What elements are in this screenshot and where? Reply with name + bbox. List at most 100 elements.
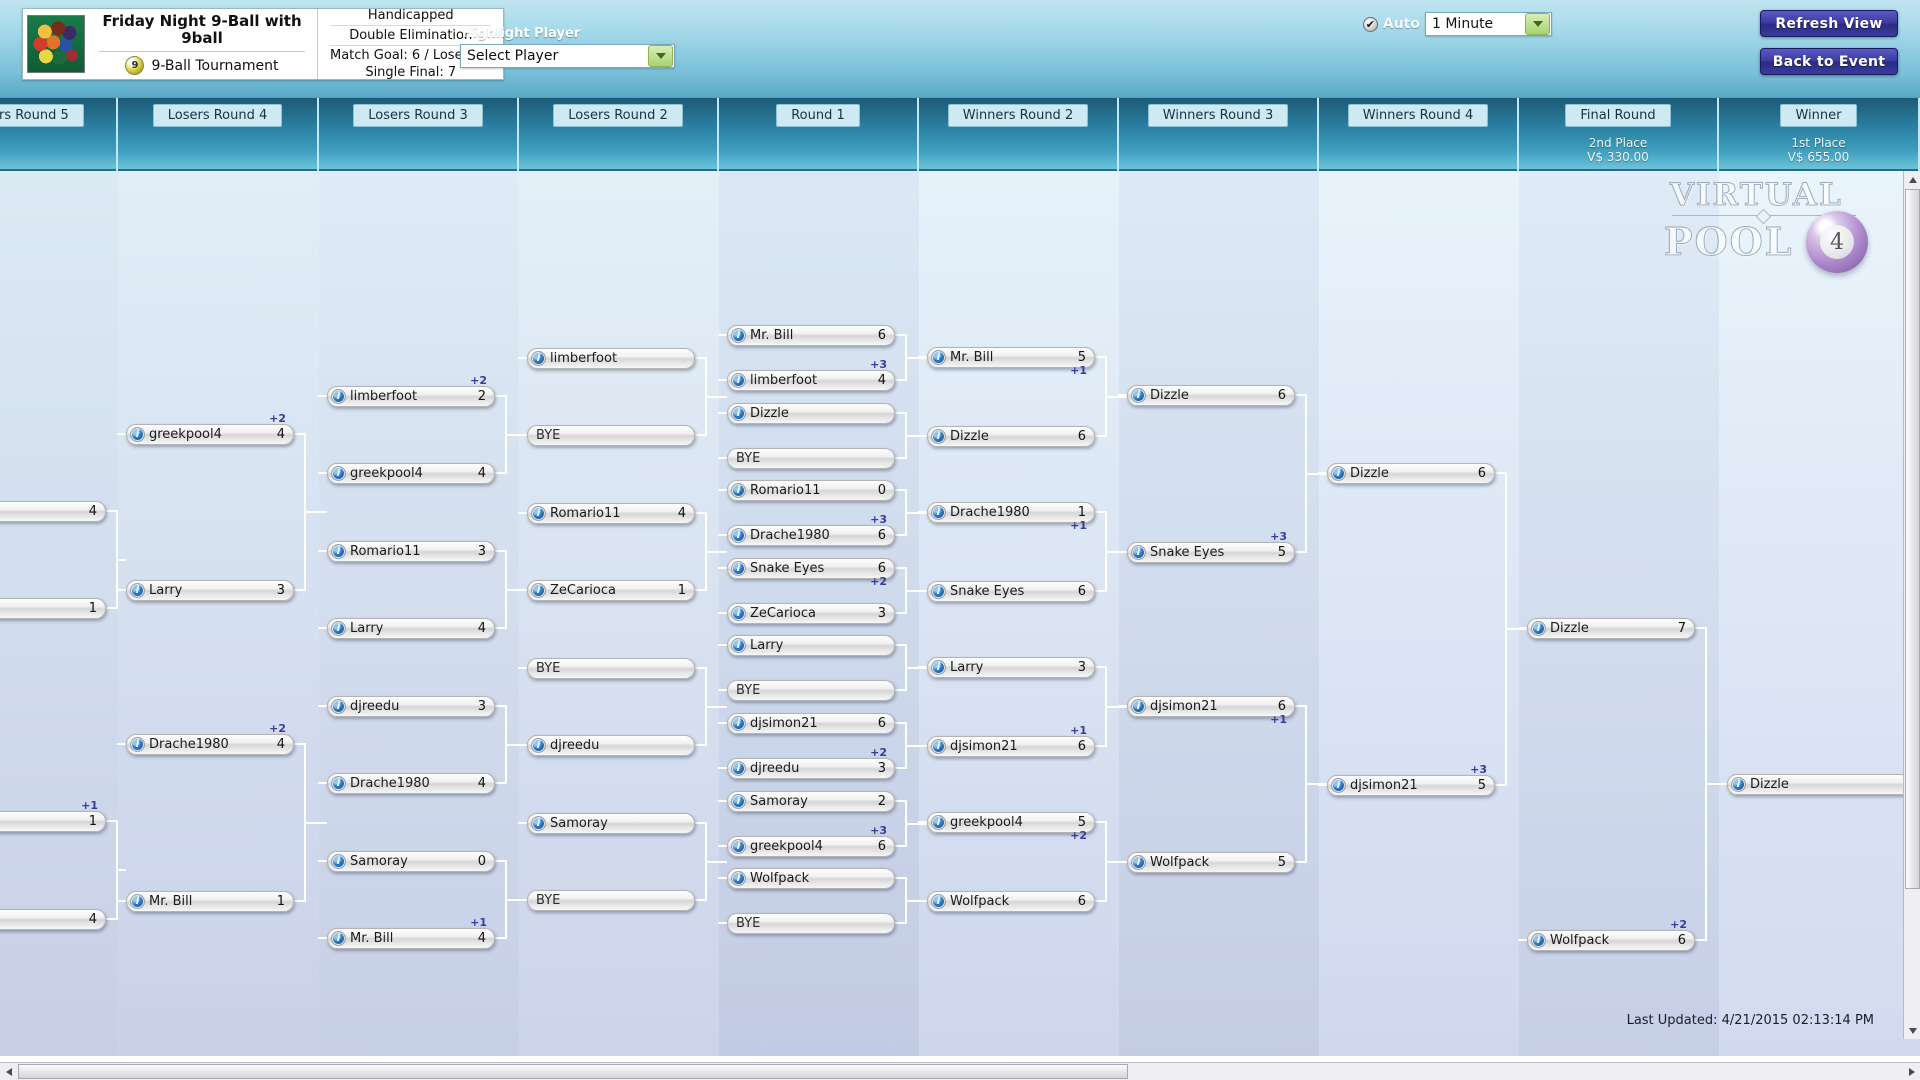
bracket-player-slot[interactable]: Larry xyxy=(727,635,895,656)
info-icon[interactable] xyxy=(1131,388,1146,403)
bracket-player-slot[interactable]: Dizzle 6 xyxy=(1327,463,1495,484)
bracket-player-slot[interactable]: Romario11 3 xyxy=(327,541,495,562)
info-icon[interactable] xyxy=(731,716,746,731)
round-header-label[interactable]: Losers Round 5 xyxy=(0,104,84,127)
info-icon[interactable] xyxy=(731,839,746,854)
bracket-player-slot[interactable]: Drache1980 6 xyxy=(727,525,895,546)
bracket-player-slot[interactable]: limberfoot xyxy=(527,348,695,369)
bracket-player-slot[interactable]: Drache1980 4 xyxy=(327,773,495,794)
bracket-player-slot[interactable]: djsimon21 5 xyxy=(1327,775,1495,796)
bracket-bye-slot[interactable]: BYE xyxy=(727,913,895,934)
info-icon[interactable] xyxy=(731,761,746,776)
round-header-label[interactable]: Winner xyxy=(1780,104,1857,127)
horizontal-scroll-thumb[interactable] xyxy=(18,1064,1128,1079)
info-icon[interactable] xyxy=(731,373,746,388)
back-to-event-button[interactable]: Back to Event xyxy=(1760,48,1898,75)
info-icon[interactable] xyxy=(531,506,546,521)
bracket-player-slot[interactable]: Dizzle 7 xyxy=(1527,618,1695,639)
info-icon[interactable] xyxy=(931,894,946,909)
info-icon[interactable] xyxy=(1331,778,1346,793)
bracket-player-slot[interactable]: Mr. Bill 4 xyxy=(327,928,495,949)
bracket-player-slot[interactable]: es 1 xyxy=(0,598,106,619)
bracket-player-slot[interactable]: ol4 4 xyxy=(0,501,106,522)
chevron-down-icon[interactable] xyxy=(1525,13,1550,35)
bracket-player-slot[interactable]: Snake Eyes 5 xyxy=(1127,542,1295,563)
vertical-scrollbar[interactable] xyxy=(1903,171,1920,1039)
info-icon[interactable] xyxy=(130,894,145,909)
round-header-label[interactable]: Round 1 xyxy=(776,104,860,127)
bracket-player-slot[interactable]: Wolfpack xyxy=(727,868,895,889)
scroll-right-button[interactable] xyxy=(1903,1063,1920,1080)
bracket-player-slot[interactable]: djreedu 3 xyxy=(727,758,895,779)
bracket-player-slot[interactable]: Drache1980 4 xyxy=(126,734,294,755)
bracket-player-slot[interactable]: Snake Eyes 6 xyxy=(927,581,1095,602)
info-icon[interactable] xyxy=(1131,545,1146,560)
round-header-label[interactable]: Final Round xyxy=(1565,104,1671,127)
info-icon[interactable] xyxy=(1531,621,1546,636)
info-icon[interactable] xyxy=(731,483,746,498)
bracket-player-slot[interactable]: ZeCarioca 3 xyxy=(727,603,895,624)
info-icon[interactable] xyxy=(1531,933,1546,948)
info-icon[interactable] xyxy=(731,638,746,653)
refresh-interval-dropdown[interactable]: 1 Minute xyxy=(1425,12,1552,36)
bracket-player-slot[interactable]: Dizzle 6 xyxy=(1127,385,1295,406)
info-icon[interactable] xyxy=(731,406,746,421)
bracket-player-slot[interactable]: limberfoot 2 xyxy=(327,386,495,407)
chevron-down-icon[interactable] xyxy=(648,45,673,67)
info-icon[interactable] xyxy=(331,466,346,481)
bracket-player-slot[interactable]: Romario11 4 xyxy=(527,503,695,524)
bracket-player-slot[interactable]: Wolfpack 6 xyxy=(927,891,1095,912)
refresh-view-button[interactable]: Refresh View xyxy=(1760,10,1898,37)
bracket-player-slot[interactable]: greekpool4 4 xyxy=(126,424,294,445)
info-icon[interactable] xyxy=(531,583,546,598)
info-icon[interactable] xyxy=(731,606,746,621)
horizontal-scrollbar[interactable] xyxy=(0,1062,1920,1080)
info-icon[interactable] xyxy=(1131,699,1146,714)
info-icon[interactable] xyxy=(130,583,145,598)
bracket-player-slot[interactable]: djreedu 3 xyxy=(327,696,495,717)
bracket-player-slot[interactable]: Romario11 0 xyxy=(727,480,895,501)
bracket-player-slot[interactable]: Wolfpack 5 xyxy=(1127,852,1295,873)
info-icon[interactable] xyxy=(731,528,746,543)
scroll-up-button[interactable] xyxy=(1904,171,1920,188)
info-icon[interactable] xyxy=(931,815,946,830)
bracket-player-slot[interactable]: Samoray 2 xyxy=(727,791,895,812)
info-icon[interactable] xyxy=(331,854,346,869)
bracket-player-slot[interactable]: Larry 3 xyxy=(126,580,294,601)
player-select-dropdown[interactable]: Select Player xyxy=(460,44,675,68)
info-icon[interactable] xyxy=(531,816,546,831)
round-header-label[interactable]: Winners Round 4 xyxy=(1347,104,1489,127)
bracket-player-slot[interactable]: Wolfpack 6 xyxy=(1527,930,1695,951)
round-header-label[interactable]: Losers Round 4 xyxy=(152,104,283,127)
bracket-player-slot[interactable]: k4 xyxy=(0,909,106,930)
bracket-bye-slot[interactable]: BYE xyxy=(527,890,695,911)
bracket-player-slot[interactable]: djreedu xyxy=(527,735,695,756)
scroll-left-button[interactable] xyxy=(0,1063,17,1080)
bracket-bye-slot[interactable]: BYE xyxy=(727,680,895,701)
info-icon[interactable] xyxy=(130,737,145,752)
round-header-label[interactable]: Losers Round 2 xyxy=(553,104,683,127)
bracket-player-slot[interactable]: Larry 4 xyxy=(327,618,495,639)
info-icon[interactable] xyxy=(931,660,946,675)
round-header-label[interactable]: Winners Round 3 xyxy=(1147,104,1289,127)
info-icon[interactable] xyxy=(731,328,746,343)
bracket-player-slot[interactable]: Samoray 0 xyxy=(327,851,495,872)
info-icon[interactable] xyxy=(731,794,746,809)
info-icon[interactable] xyxy=(931,429,946,444)
info-icon[interactable] xyxy=(1731,777,1746,792)
bracket-bye-slot[interactable]: BYE xyxy=(527,425,695,446)
info-icon[interactable] xyxy=(931,350,946,365)
auto-refresh-checkbox[interactable] xyxy=(1362,16,1378,32)
round-header-label[interactable]: Winners Round 2 xyxy=(947,104,1089,127)
bracket-player-slot[interactable]: Dizzle 6 xyxy=(927,426,1095,447)
bracket-player-slot[interactable]: Samoray xyxy=(527,813,695,834)
bracket-player-slot[interactable]: djsimon21 6 xyxy=(927,736,1095,757)
bracket-player-slot[interactable]: Mr. Bill 6 xyxy=(727,325,895,346)
bracket-player-slot[interactable]: limberfoot 4 xyxy=(727,370,895,391)
bracket-bye-slot[interactable]: BYE xyxy=(527,658,695,679)
bracket-player-slot[interactable]: Dizzle xyxy=(1727,774,1912,795)
bracket-player-slot[interactable]: Dizzle xyxy=(727,403,895,424)
scroll-down-button[interactable] xyxy=(1904,1022,1920,1039)
info-icon[interactable] xyxy=(331,776,346,791)
info-icon[interactable] xyxy=(331,621,346,636)
